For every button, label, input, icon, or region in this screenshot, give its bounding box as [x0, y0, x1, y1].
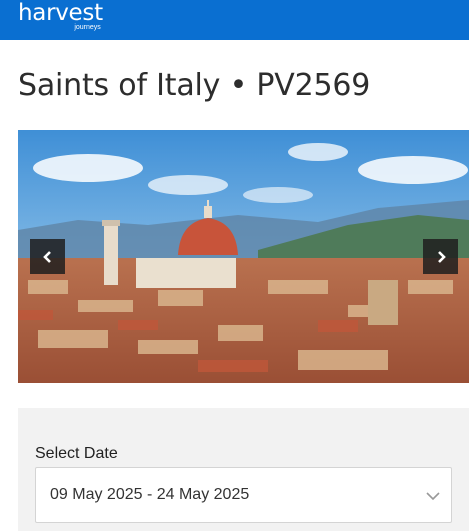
brand-logo[interactable]: harvest journeys — [18, 0, 103, 32]
chevron-left-icon — [42, 250, 51, 263]
image-carousel[interactable] — [18, 130, 469, 383]
page-title: Saints of Italy • PV2569 — [18, 68, 371, 103]
chevron-down-icon — [426, 492, 440, 501]
selected-date: 09 May 2025 - 24 May 2025 — [50, 486, 250, 503]
carousel-prev-button[interactable] — [30, 239, 65, 274]
select-date-label: Select Date — [35, 445, 118, 462]
carousel-next-button[interactable] — [423, 239, 458, 274]
brand-name: harvest — [18, 0, 103, 26]
booking-panel: Select Date 09 May 2025 - 24 May 2025 — [18, 408, 469, 531]
site-header: harvest journeys — [0, 0, 469, 40]
date-dropdown[interactable]: 09 May 2025 - 24 May 2025 — [35, 467, 452, 523]
chevron-right-icon — [437, 250, 446, 263]
carousel-image-florence — [18, 130, 469, 383]
